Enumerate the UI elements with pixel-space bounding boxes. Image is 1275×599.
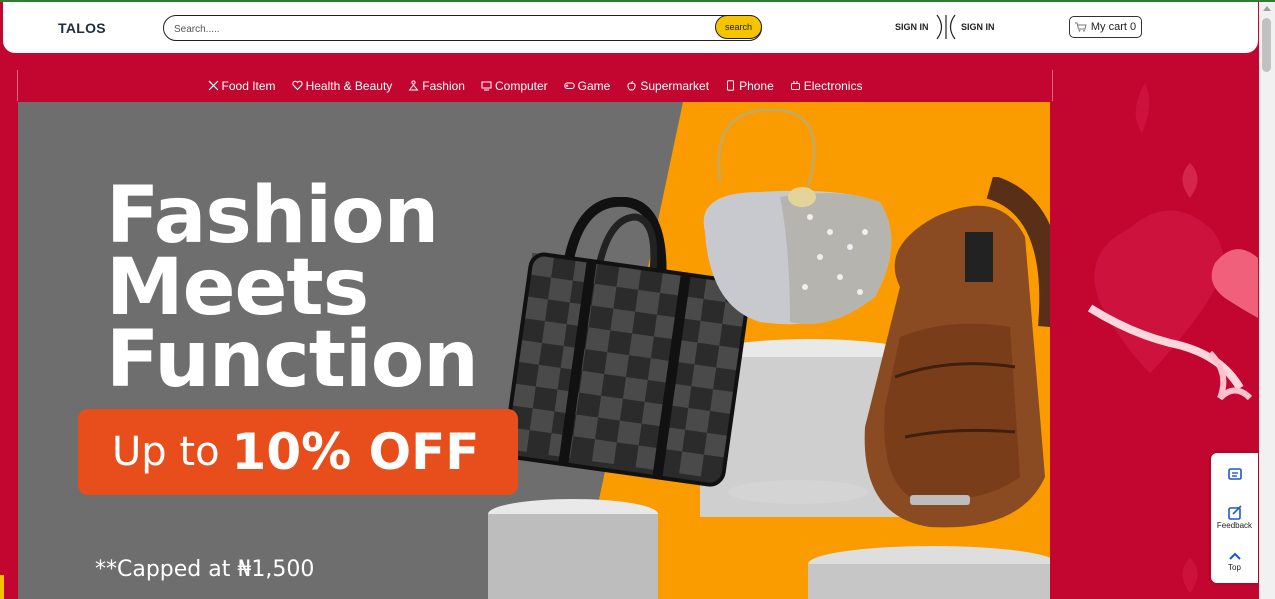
top-label: Top [1228, 563, 1241, 572]
scroll-up-arrow-icon[interactable] [1263, 6, 1271, 11]
fork-knife-icon [208, 80, 218, 91]
category-label: Fashion [422, 78, 465, 93]
sling-bag-image [864, 177, 1050, 528]
search-button[interactable]: search [715, 15, 762, 39]
hero-banner[interactable]: Fashion Meets Function Up to 10% OFF **C… [18, 102, 1050, 599]
category-game[interactable]: Game [563, 78, 611, 93]
headline-line-1: Fashion [106, 171, 439, 261]
sign-in-link-2[interactable]: SIGN IN [961, 22, 995, 32]
page-scrollbar[interactable] [1259, 2, 1275, 599]
offer-cap-note: **Capped at ₦1,500 [95, 557, 315, 582]
category-nav: Food Item Health & Beauty Fashion Comput… [17, 70, 1053, 101]
category-label: Health & Beauty [305, 78, 393, 93]
category-computer[interactable]: Computer [481, 79, 548, 93]
chevron-up-icon [1228, 552, 1241, 560]
category-electronics[interactable]: Electronics [790, 78, 863, 93]
site-logo[interactable]: TALOS [58, 20, 106, 36]
sign-in-link[interactable]: SIGN IN [895, 22, 929, 32]
banner-headline: Fashion Meets Function [106, 171, 479, 405]
category-label: Computer [494, 78, 548, 93]
back-to-top-button[interactable]: Top [1211, 549, 1258, 572]
floating-widget: Feedback Top [1211, 453, 1258, 583]
category-health-beauty[interactable]: Health & Beauty [291, 78, 393, 93]
feedback-icon [1227, 505, 1242, 520]
plug-icon [790, 81, 800, 90]
cart-icon [1074, 22, 1087, 32]
monitor-icon [481, 81, 492, 91]
scrollbar-thumb[interactable] [1262, 18, 1271, 72]
category-supermarket[interactable]: Supermarket [626, 79, 709, 93]
chat-button[interactable] [1211, 467, 1258, 483]
offer-amount: 10% OFF [231, 423, 480, 481]
offer-badge: Up to 10% OFF [78, 409, 518, 495]
headline-line-3: Function [106, 315, 479, 405]
person-icon [408, 80, 419, 91]
cart-button[interactable]: My cart 0 [1069, 16, 1142, 38]
category-fashion[interactable]: Fashion [408, 79, 465, 93]
category-label: Electronics [803, 78, 863, 93]
site-header: TALOS search SIGN IN SIGN IN My cart 0 [3, 2, 1258, 53]
search-bar: search [163, 15, 762, 41]
search-input[interactable] [172, 20, 716, 38]
category-food-item[interactable]: Food Item [208, 79, 276, 93]
feedback-label: Feedback [1216, 521, 1253, 530]
side-accent-strip [0, 575, 4, 599]
offer-prefix: Up to [112, 429, 220, 475]
cart-label: My cart 0 [1090, 21, 1137, 33]
category-phone[interactable]: Phone [725, 79, 774, 93]
headline-line-2: Meets [106, 243, 369, 333]
feedback-button[interactable]: Feedback [1211, 505, 1258, 530]
heart-icon [291, 80, 303, 91]
category-label: Food Item [221, 78, 276, 93]
chat-icon [1227, 468, 1242, 480]
divider-icon [936, 14, 956, 40]
category-label: Game [577, 78, 611, 93]
gamepad-icon [563, 82, 575, 89]
phone-icon [727, 80, 735, 91]
category-label: Phone [739, 78, 774, 93]
apple-icon [627, 80, 636, 91]
category-label: Supermarket [640, 78, 710, 93]
